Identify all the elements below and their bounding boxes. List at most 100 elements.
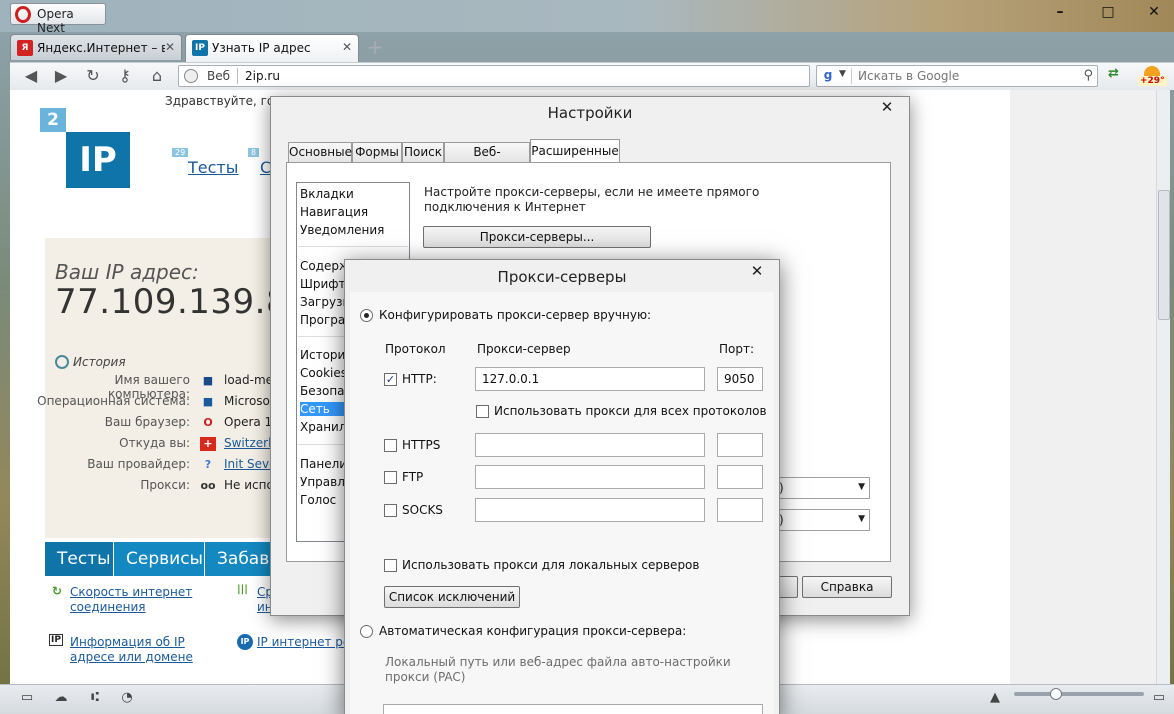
https-label[interactable]: HTTPS	[402, 438, 440, 452]
ftp-label[interactable]: FTP	[402, 470, 423, 484]
ip-resources-link[interactable]: IP интернет рес	[257, 635, 345, 649]
sidebar-item-storage[interactable]: Хранилище	[300, 420, 344, 434]
history-link[interactable]: История	[55, 355, 126, 369]
pac-url-input[interactable]	[383, 704, 763, 714]
url-text[interactable]: 2ip.ru	[245, 69, 280, 83]
manual-config-radio[interactable]	[360, 309, 373, 322]
minimize-button[interactable]: –	[1046, 2, 1074, 22]
sidebar-item-fonts[interactable]: Шрифты	[300, 277, 344, 291]
socks-label[interactable]: SOCKS	[402, 503, 443, 517]
tests-link[interactable]: Тесты	[188, 158, 238, 177]
reload-icon[interactable]: ↻	[82, 65, 104, 87]
zoom-slider[interactable]	[1014, 692, 1144, 696]
sidebar-item-cookies[interactable]: Cookies	[300, 366, 344, 380]
logo-2[interactable]: 2	[40, 108, 66, 132]
local-servers-checkbox[interactable]	[384, 559, 397, 572]
weather-widget[interactable]: +29°	[1138, 66, 1168, 88]
ftp-checkbox[interactable]	[384, 471, 397, 484]
unite-icon[interactable]: ⑆	[86, 690, 104, 706]
tab-web-pages[interactable]: Веб-страницы	[444, 142, 530, 178]
socks-port-input[interactable]	[717, 498, 763, 522]
scrollbar-thumb[interactable]	[1158, 190, 1170, 320]
zoom-slider-handle[interactable]	[1050, 688, 1062, 700]
http-server-input[interactable]: 127.0.0.1	[475, 367, 705, 391]
socks-checkbox[interactable]	[384, 504, 397, 517]
service-link[interactable]: Ср ин	[257, 585, 273, 615]
tab-search[interactable]: Поиск	[402, 142, 444, 163]
sidebar-item-security[interactable]: Безопасность	[300, 384, 344, 398]
sidebar-item-history[interactable]: История	[300, 348, 344, 362]
http-label[interactable]: HTTP:	[402, 372, 437, 386]
maximize-button[interactable]: □	[1094, 2, 1122, 22]
close-tab-icon[interactable]: ✕	[342, 40, 352, 54]
sidebar-item-downloads[interactable]: Загрузки	[300, 295, 344, 309]
new-tab-icon[interactable]: +	[366, 37, 384, 57]
sidebar-item-notifications[interactable]: Уведомления	[300, 223, 406, 237]
close-tab-icon[interactable]: ✕	[165, 40, 175, 54]
network-select-2[interactable]: ) ▼	[772, 509, 870, 531]
use-for-all-checkbox[interactable]	[476, 405, 489, 418]
socks-server-input[interactable]	[475, 498, 705, 522]
https-port-input[interactable]	[717, 433, 763, 457]
https-server-input[interactable]	[475, 433, 705, 457]
tab-advanced[interactable]: Расширенные	[530, 139, 620, 163]
ok-button-partial[interactable]	[778, 576, 798, 598]
chevron-down-icon: ▼	[858, 482, 865, 492]
use-for-all-label[interactable]: Использовать прокси для всех протоколов	[494, 404, 767, 418]
opera-menu-button[interactable]: Opera Next	[10, 3, 106, 35]
tab-tests[interactable]: Тесты	[45, 542, 113, 576]
translate-icon[interactable]: ⇄	[1108, 66, 1128, 86]
sidebar-item-content[interactable]: Содержимое	[300, 259, 344, 273]
speed-dial-icon[interactable]: ◔	[118, 690, 136, 706]
sidebar-item-programs[interactable]: Программы	[300, 313, 344, 327]
tab-services[interactable]: Сервисы	[114, 542, 204, 576]
proxy-servers-button[interactable]: Прокси-серверы...	[423, 226, 651, 248]
http-checkbox[interactable]: ✓	[384, 373, 397, 386]
tab-forms[interactable]: Формы	[352, 142, 402, 163]
view-icon[interactable]: ▲	[986, 690, 1004, 706]
search-input[interactable]	[851, 68, 1071, 84]
forward-icon[interactable]: ▶	[50, 65, 72, 87]
logo-ip[interactable]: IP	[66, 132, 130, 188]
local-servers-label[interactable]: Использовать прокси для локальных сервер…	[402, 558, 699, 572]
close-window-button[interactable]: ✕	[1140, 2, 1168, 22]
http-port-input[interactable]: 9050	[717, 367, 763, 391]
google-icon[interactable]: g	[820, 68, 836, 84]
ftp-server-input[interactable]	[475, 465, 705, 489]
country-link[interactable]: Switzerl	[224, 436, 272, 450]
close-icon[interactable]: ✕	[878, 98, 896, 116]
tab-general[interactable]: Основные	[288, 142, 352, 163]
back-icon[interactable]: ◀	[20, 65, 42, 87]
search-box[interactable]: g ▼ ⚲	[816, 65, 1098, 87]
auto-config-label[interactable]: Автоматическая конфигурация прокси-серве…	[379, 624, 686, 638]
key-icon[interactable]: ⚷	[114, 65, 136, 87]
sidebar-item-network[interactable]: Сеть	[300, 402, 344, 416]
panel-toggle-icon[interactable]: ▭	[18, 690, 36, 706]
chevron-down-icon[interactable]: ▼	[839, 69, 846, 79]
cloud-icon[interactable]: ☁	[52, 690, 70, 706]
tab-yandex[interactable]: Я Яндекс.Интернет – ва... ✕	[10, 34, 182, 60]
tab-2ip[interactable]: IP Узнать IP адрес ✕	[185, 34, 359, 62]
help-button[interactable]: Справка	[802, 576, 892, 598]
zoom-reset-icon[interactable]: ▭	[1150, 690, 1168, 706]
address-bar[interactable]: Веб 2ip.ru	[178, 65, 810, 87]
network-select-1[interactable]: ) ▼	[772, 477, 870, 499]
sidebar-item-voice[interactable]: Голос	[300, 493, 344, 507]
sidebar-item-shortcuts[interactable]: Управление	[300, 475, 344, 489]
sidebar-item-navigation[interactable]: Навигация	[300, 205, 406, 219]
sidebar-item-tabs[interactable]: Вкладки	[300, 187, 406, 201]
ip-info-link[interactable]: Информация об IP адресе или домене	[70, 635, 230, 665]
exceptions-list-button[interactable]: Список исключений	[384, 586, 520, 608]
search-icon[interactable]: ⚲	[1083, 68, 1093, 83]
auto-config-radio[interactable]	[360, 625, 373, 638]
info-value: Не испо	[224, 478, 272, 492]
speed-test-link[interactable]: Скорость интернет соединения	[70, 585, 230, 615]
ftp-port-input[interactable]	[717, 465, 763, 489]
page-scrollbar[interactable]	[1156, 90, 1170, 684]
close-icon[interactable]: ✕	[748, 262, 766, 280]
sidebar-item-toolbars[interactable]: Панели	[300, 457, 344, 471]
manual-config-label[interactable]: Конфигурировать прокси-сервер вручную:	[379, 308, 651, 322]
provider-link[interactable]: Init Seve	[224, 457, 272, 471]
https-checkbox[interactable]	[384, 439, 397, 452]
home-icon[interactable]: ⌂	[146, 65, 168, 87]
